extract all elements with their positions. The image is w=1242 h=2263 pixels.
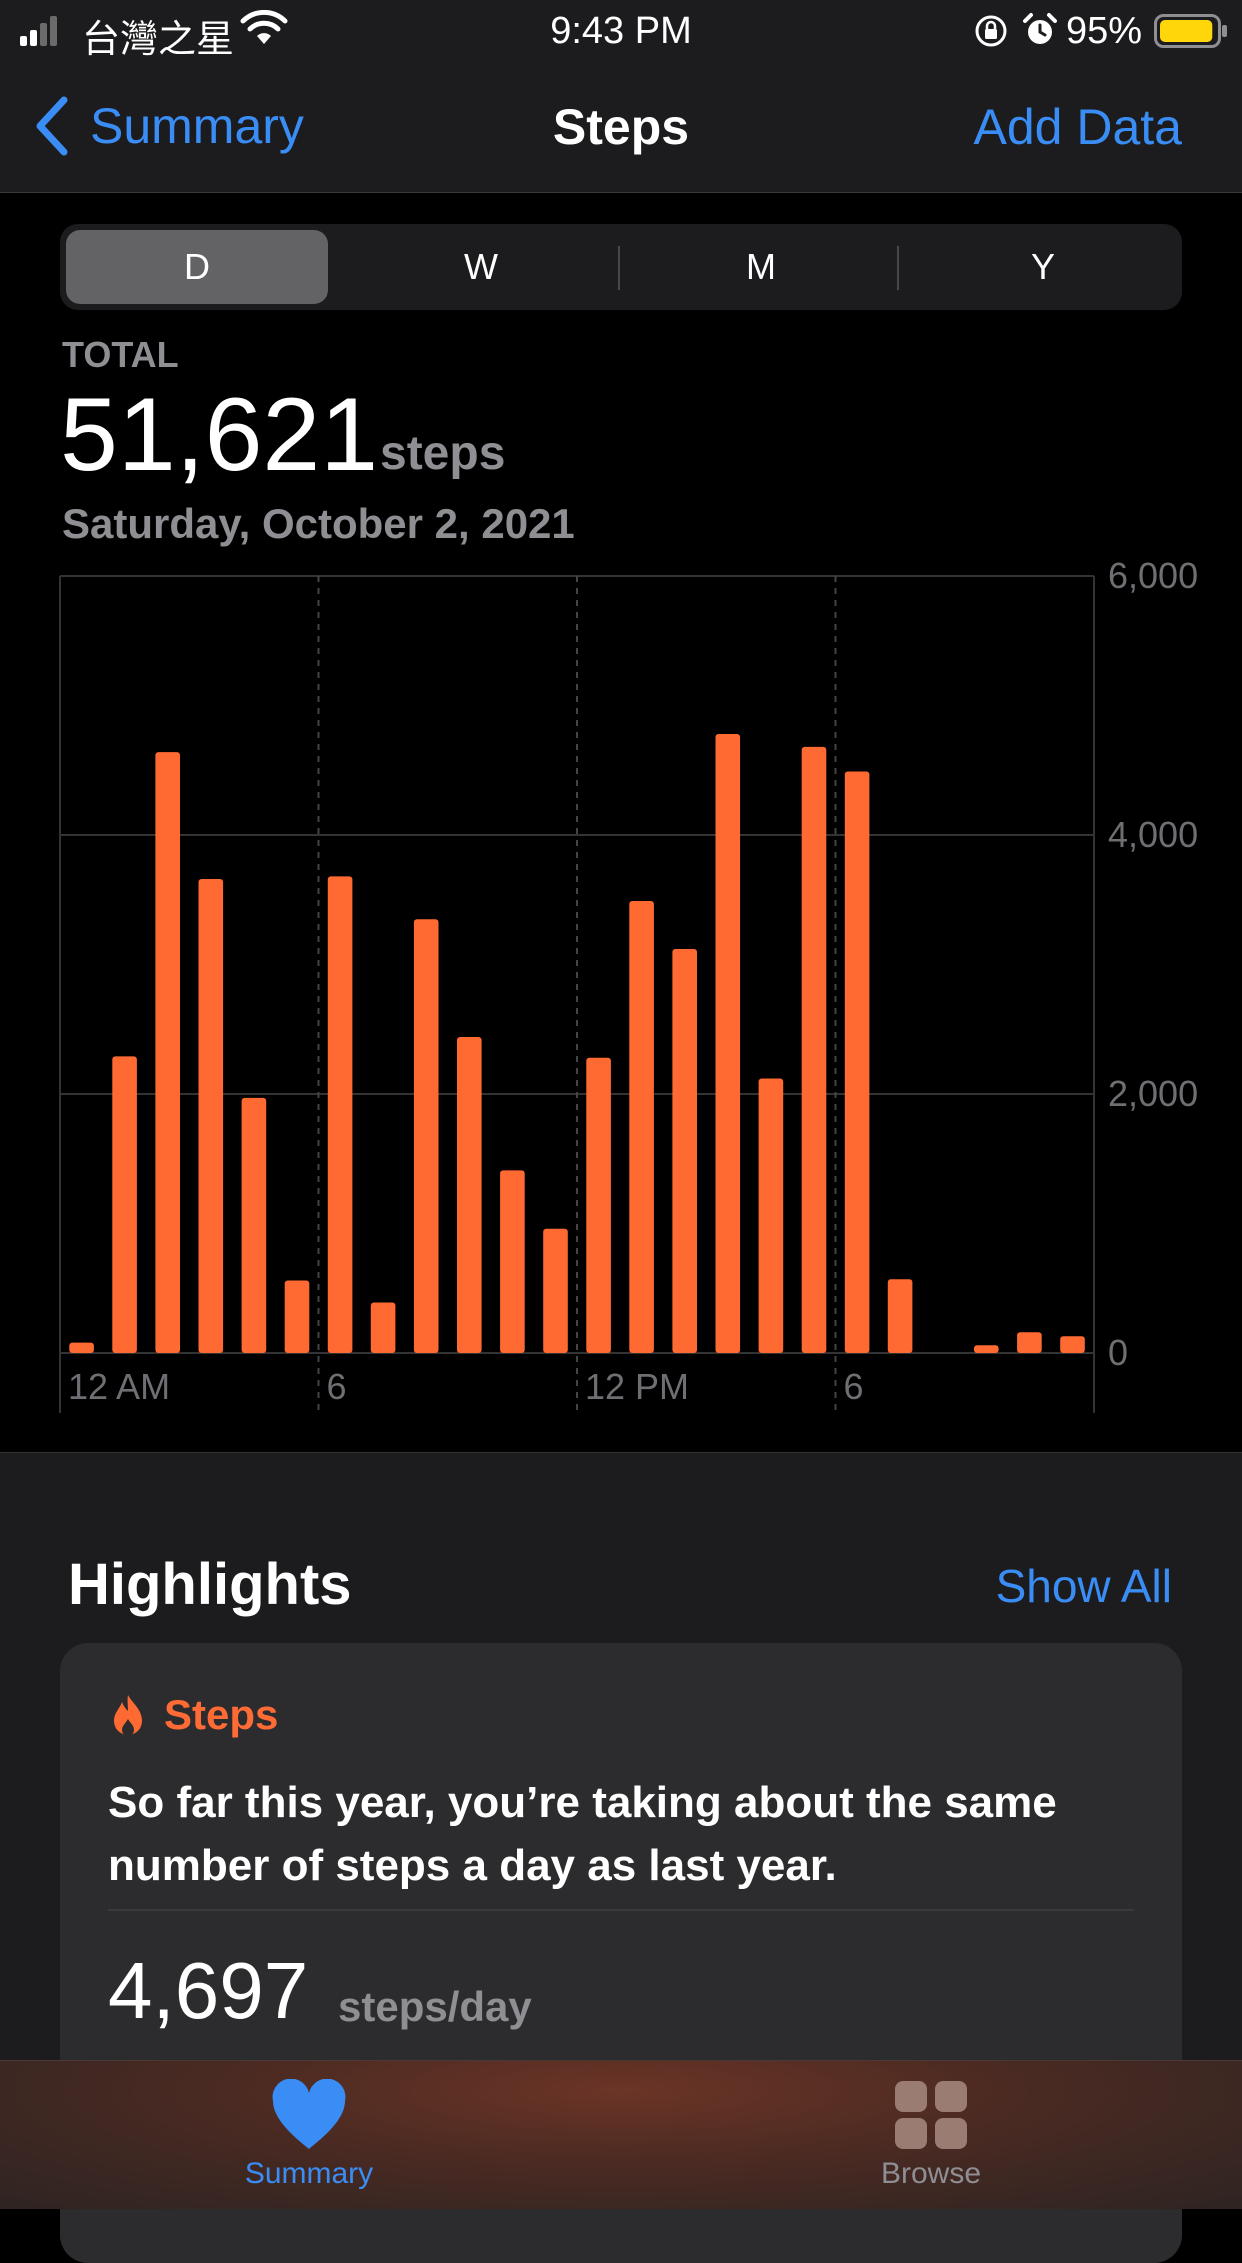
chart-bar[interactable]: [543, 1228, 568, 1353]
segment-separator: [897, 246, 899, 290]
chart-bar[interactable]: [500, 1170, 525, 1353]
chart-bar[interactable]: [672, 949, 697, 1353]
flame-icon: [114, 1695, 142, 1736]
chart-bar[interactable]: [887, 1279, 913, 1353]
tab-bar: Summary Browse: [0, 2060, 1242, 2209]
chart-x-tick-label: 12 PM: [585, 1366, 689, 1407]
time-range-segmented-control: D W M Y: [60, 224, 1182, 310]
chart-y-axis: 6,000 4,000 2,000 0: [1108, 560, 1198, 1373]
chart-bar[interactable]: [112, 1056, 137, 1353]
chart-bar[interactable]: [155, 752, 180, 1353]
chart-bar[interactable]: [69, 1342, 94, 1353]
chart-x-tick-label: 12 AM: [68, 1366, 170, 1407]
chart-y-tick-label: 0: [1108, 1332, 1128, 1373]
highlights-title: Highlights: [68, 1552, 352, 1617]
battery-percent: 95%: [1066, 10, 1143, 52]
chart-bar[interactable]: [801, 746, 827, 1353]
segment-month[interactable]: M: [630, 230, 892, 304]
add-data-button[interactable]: Add Data: [974, 98, 1182, 156]
orientation-lock-icon: [975, 15, 1007, 47]
chart-bar[interactable]: [844, 771, 870, 1354]
chart-bar[interactable]: [327, 876, 353, 1353]
chart-bar[interactable]: [974, 1345, 999, 1353]
chart-bar[interactable]: [241, 1097, 267, 1353]
navigation-bar: Summary Steps Add Data: [0, 64, 1242, 193]
segment-week[interactable]: W: [350, 230, 612, 304]
total-steps-value: 51,621: [60, 377, 379, 493]
status-bar: 台灣之星 9:43 PM 95%: [0, 0, 1242, 64]
chart-bar[interactable]: [457, 1037, 482, 1353]
chart-bar[interactable]: [629, 901, 654, 1353]
chart-bar[interactable]: [758, 1078, 784, 1354]
tab-summary-label: Summary: [244, 2157, 374, 2190]
highlight-value: 4,697: [108, 1946, 309, 2035]
chart-bar[interactable]: [198, 879, 224, 1353]
chart-bar[interactable]: [715, 734, 741, 1353]
total-steps-unit: steps: [380, 427, 506, 480]
highlight-unit: steps/day: [338, 1983, 532, 2030]
tab-browse[interactable]: Browse: [831, 2079, 1031, 2191]
highlight-category: Steps: [164, 1691, 279, 1738]
chart-bar[interactable]: [1060, 1336, 1085, 1353]
tab-browse-label: Browse: [880, 2157, 982, 2190]
chart-x-axis: 12 AM 6 12 PM 6: [68, 1366, 864, 1407]
chart-bar[interactable]: [284, 1280, 310, 1354]
total-label: TOTAL: [62, 334, 179, 375]
battery-icon: [1154, 14, 1227, 48]
chart-y-tick-label: 4,000: [1108, 814, 1198, 855]
chart-y-tick-label: 6,000: [1108, 560, 1198, 596]
chart-x-tick-label: 6: [327, 1366, 347, 1407]
steps-bar-chart[interactable]: 6,000 4,000 2,000 0 12 AM 6 12 PM 6: [0, 560, 1242, 1460]
chart-x-tick-label: 6: [844, 1366, 864, 1407]
show-all-link[interactable]: Show All: [996, 1559, 1172, 1613]
segment-year[interactable]: Y: [912, 230, 1174, 304]
heart-icon: [272, 2079, 346, 2149]
chart-bar[interactable]: [370, 1302, 396, 1354]
highlight-message: So far this year, you’re taking about th…: [108, 1778, 1057, 1890]
grid-icon: [895, 2081, 967, 2149]
segment-separator: [618, 246, 620, 290]
alarm-icon: [1023, 13, 1057, 44]
chart-bar[interactable]: [413, 919, 439, 1353]
segment-day[interactable]: D: [66, 230, 328, 304]
tab-summary[interactable]: Summary: [209, 2079, 409, 2191]
selected-date: Saturday, October 2, 2021: [62, 500, 575, 547]
chart-bar[interactable]: [586, 1057, 611, 1353]
chart-y-tick-label: 2,000: [1108, 1073, 1198, 1114]
divider: [108, 1909, 1134, 1911]
chart-bar[interactable]: [1017, 1332, 1042, 1353]
